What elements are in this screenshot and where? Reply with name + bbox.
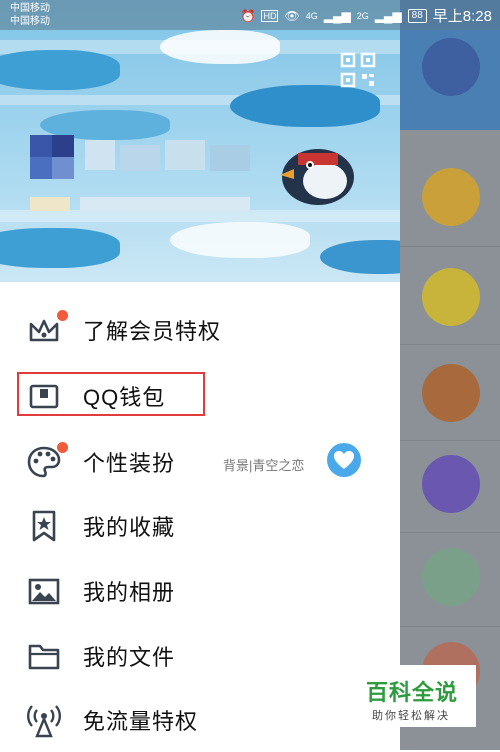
avatar[interactable] — [422, 548, 480, 606]
avatar[interactable] — [422, 455, 480, 513]
network-2g-label: 2G — [356, 10, 369, 21]
menu-item-label: 免流量特权 — [83, 709, 199, 734]
menu-item-label: 我的相册 — [83, 580, 176, 605]
signal-icon: ▂▄▆ — [374, 8, 402, 23]
fish-decoration — [160, 30, 280, 64]
menu-item-albums[interactable]: 我的相册 — [0, 559, 400, 623]
network-4g-label: 4G — [305, 10, 318, 21]
menu-item-label: 我的文件 — [83, 645, 176, 670]
watermark-subtitle: 助你轻松解决 — [372, 710, 450, 722]
notification-dot — [57, 310, 68, 321]
signal-icon: ▂▄▆ — [323, 8, 351, 23]
divider — [400, 626, 500, 627]
chat-list-dimmed[interactable] — [400, 0, 500, 750]
avatar[interactable] — [422, 168, 480, 226]
folder-icon — [26, 638, 62, 674]
fish-decoration — [170, 222, 310, 258]
menu-item-label: 个性装扮 — [83, 451, 176, 476]
avatar[interactable] — [422, 268, 480, 326]
divider — [400, 440, 500, 441]
banner-stripe — [0, 210, 400, 222]
watermark-badge: 百科全说 助你轻松解决 — [358, 665, 476, 727]
fish-decoration — [0, 228, 120, 268]
heart-badge-icon[interactable] — [327, 443, 361, 477]
alarm-icon: ⏰ — [240, 8, 256, 23]
menu-item-label: 了解会员特权 — [83, 319, 222, 344]
fish-decoration — [230, 85, 380, 127]
theme-name-text: 背景|青空之恋 — [223, 458, 305, 473]
status-icons: ⏰ HD 👁 4G ▂▄▆ 2G ▂▄▆ 88 早上8:28 — [241, 5, 492, 26]
clock-time: 早上8:28 — [432, 8, 492, 25]
avatar[interactable] — [422, 364, 480, 422]
carrier-label: 中国移动 — [10, 3, 50, 14]
divider — [400, 532, 500, 533]
image-icon — [26, 573, 62, 609]
fish-decoration — [0, 50, 120, 90]
signal-tower-icon — [26, 702, 62, 738]
bookmark-star-icon — [26, 508, 62, 544]
hd-icon: HD — [261, 9, 279, 22]
carrier-label: 中国移动 — [10, 16, 50, 27]
battery-level: 88 — [407, 8, 427, 23]
menu-item-files[interactable]: 我的文件 — [0, 624, 400, 688]
watermark-title: 百科全说 — [366, 680, 459, 705]
status-bar: 中国移动 中国移动 ⏰ HD 👁 4G ▂▄▆ 2G ▂▄▆ 88 早上8:28 — [0, 0, 500, 30]
eye-icon: 👁 — [284, 8, 300, 23]
notification-dot — [57, 442, 68, 453]
menu-item-vip-privileges[interactable]: 了解会员特权 — [0, 298, 400, 362]
penguin-avatar-decoration — [270, 135, 360, 210]
divider — [400, 344, 500, 345]
profile-banner[interactable] — [0, 0, 400, 282]
avatar[interactable] — [422, 38, 480, 96]
fish-decoration — [320, 240, 400, 274]
divider — [400, 246, 500, 247]
menu-item-free-data[interactable]: 免流量特权 — [0, 688, 400, 752]
side-drawer: 了解会员特权 QQ钱包 个性装扮 我的收藏 我的相册 我的文件 免流量特权 背景… — [0, 0, 400, 750]
menu-item-favorites[interactable]: 我的收藏 — [0, 494, 400, 558]
annotation-highlight-box — [17, 372, 205, 416]
menu-item-label: 我的收藏 — [83, 515, 176, 540]
profile-info-pixelated[interactable] — [30, 135, 260, 211]
qr-code-icon[interactable] — [340, 52, 376, 88]
